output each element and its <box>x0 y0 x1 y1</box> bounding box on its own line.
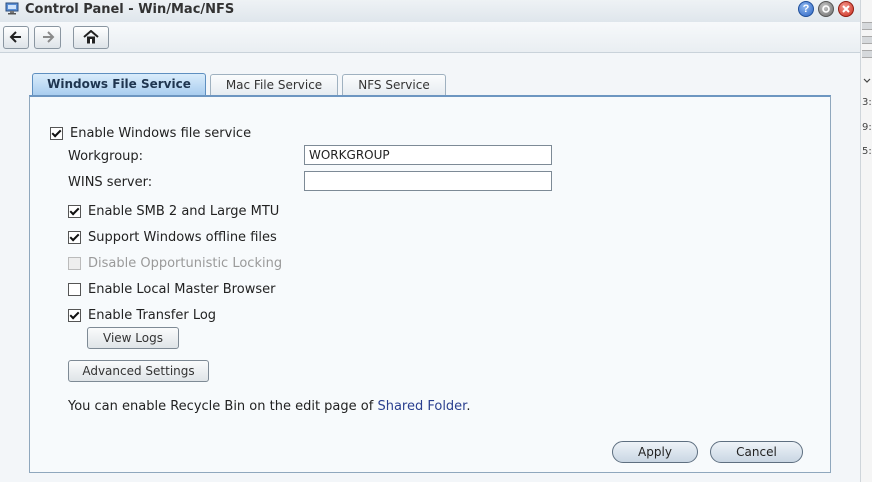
enable-windows-service-label: Enable Windows file service <box>70 126 252 141</box>
minimize-icon <box>822 5 830 13</box>
wins-server-label: WINS server: <box>68 175 153 190</box>
edge-text: 9: <box>862 122 872 133</box>
background-window-edge <box>860 0 872 482</box>
close-icon <box>842 5 850 13</box>
window-title: Control Panel - Win/Mac/NFS <box>25 2 235 17</box>
tab-nfs-service[interactable]: NFS Service <box>342 74 446 95</box>
title-bar[interactable]: Control Panel - Win/Mac/NFS ? <box>0 0 860 22</box>
wins-server-input[interactable] <box>304 171 552 191</box>
edge-scroll-bar <box>862 22 872 30</box>
edge-text: 3: <box>862 97 872 108</box>
cancel-button[interactable]: Cancel <box>710 441 803 463</box>
offline-files-checkbox[interactable] <box>68 231 81 244</box>
option-offline-files-row[interactable]: Support Windows offline files <box>68 230 277 245</box>
control-panel-app-icon <box>5 2 19 15</box>
disable-oplock-label: Disable Opportunistic Locking <box>88 256 283 271</box>
advanced-settings-button[interactable]: Advanced Settings <box>68 360 209 382</box>
enable-windows-service-checkbox[interactable] <box>50 127 63 140</box>
view-logs-button[interactable]: View Logs <box>87 327 179 349</box>
transfer-log-label: Enable Transfer Log <box>88 308 217 323</box>
enable-windows-service-row[interactable]: Enable Windows file service <box>50 126 251 141</box>
note-prefix: You can enable Recycle Bin on the edit p… <box>68 399 378 414</box>
smb2-large-mtu-label: Enable SMB 2 and Large MTU <box>88 204 280 219</box>
tab-windows-file-service[interactable]: Windows File Service <box>32 73 206 95</box>
smb2-large-mtu-checkbox[interactable] <box>68 205 81 218</box>
option-smb2-row[interactable]: Enable SMB 2 and Large MTU <box>68 204 279 219</box>
help-button[interactable]: ? <box>798 1 814 17</box>
navigation-bar <box>0 22 860 53</box>
close-button[interactable] <box>838 1 854 17</box>
local-master-browser-checkbox[interactable] <box>68 283 81 296</box>
chevron-down-icon <box>863 78 871 83</box>
recycle-bin-note: You can enable Recycle Bin on the edit p… <box>68 399 470 414</box>
workgroup-label: Workgroup: <box>68 149 144 164</box>
back-button[interactable] <box>3 26 29 49</box>
note-suffix: . <box>466 399 471 414</box>
minimize-button[interactable] <box>818 1 834 17</box>
home-button[interactable] <box>73 26 109 49</box>
edge-scroll-bar <box>862 36 872 44</box>
edge-text: 5: <box>862 146 872 157</box>
forward-button[interactable] <box>34 26 61 49</box>
help-icon: ? <box>802 3 810 15</box>
local-master-browser-label: Enable Local Master Browser <box>88 282 276 297</box>
edge-scroll-bar <box>862 50 872 58</box>
shared-folder-link[interactable]: Shared Folder <box>377 399 466 414</box>
arrow-left-icon <box>9 31 21 43</box>
option-local-master-row[interactable]: Enable Local Master Browser <box>68 282 275 297</box>
transfer-log-checkbox[interactable] <box>68 309 81 322</box>
option-transfer-log-row[interactable]: Enable Transfer Log <box>68 308 216 323</box>
tab-mac-file-service[interactable]: Mac File Service <box>210 74 338 95</box>
control-panel-window: Control Panel - Win/Mac/NFS ? Windows Fi… <box>0 0 860 482</box>
disable-oplock-checkbox <box>68 257 81 270</box>
apply-button[interactable]: Apply <box>612 441 698 463</box>
home-icon <box>83 30 99 44</box>
arrow-right-icon <box>42 31 54 43</box>
option-oplock-row: Disable Opportunistic Locking <box>68 256 282 271</box>
workgroup-input[interactable] <box>304 145 552 165</box>
offline-files-label: Support Windows offline files <box>88 230 277 245</box>
